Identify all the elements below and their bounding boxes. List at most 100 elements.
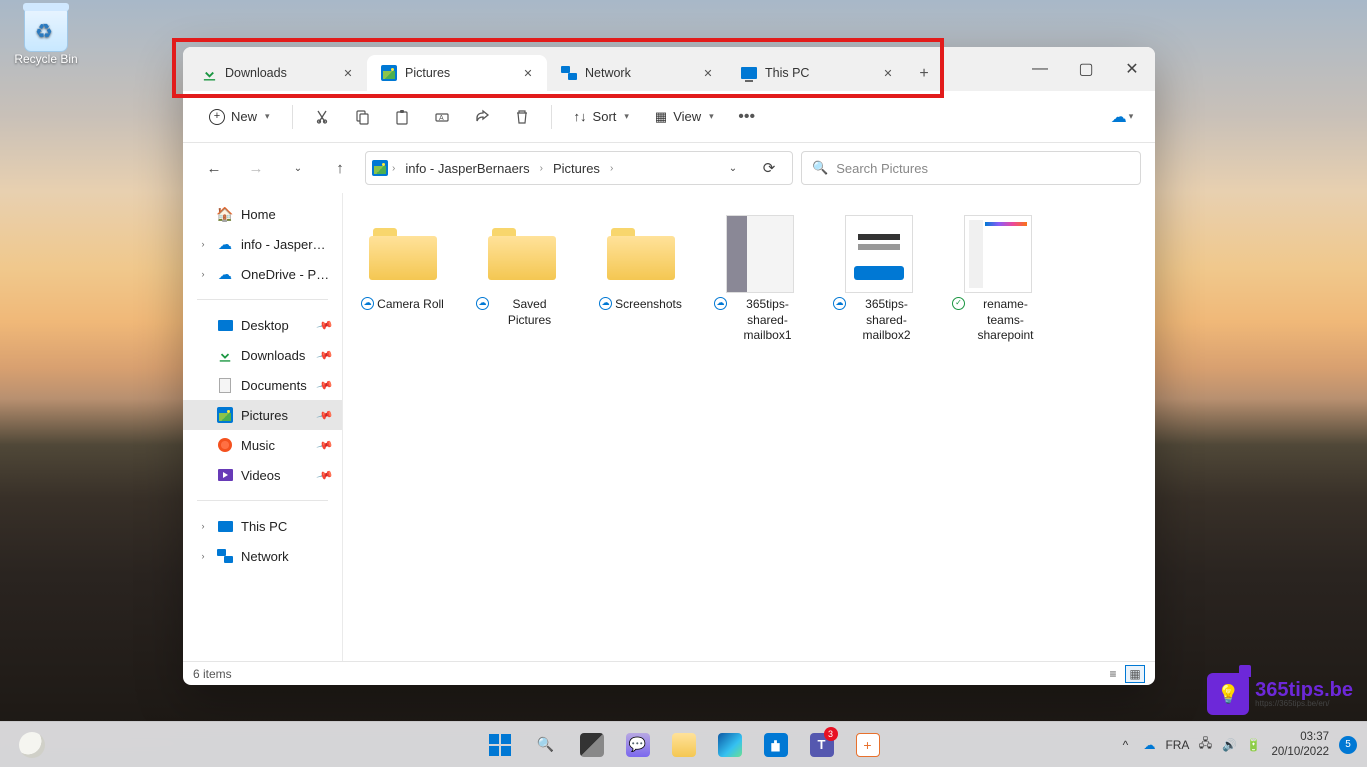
more-button[interactable]: ••• [730,100,764,134]
new-tab-button[interactable]: + [907,57,941,91]
refresh-button[interactable]: ⟳ [752,151,786,185]
cloud-status-icon: ☁ [714,297,727,310]
close-icon[interactable]: ✕ [877,62,899,84]
folder-item[interactable]: ☁Screenshots [593,209,688,350]
widgets-button[interactable] [12,725,52,765]
notification-center-button[interactable]: 5 [1339,736,1357,754]
recycle-bin-icon [24,8,68,52]
toolbar: + New ▾ A ↑↓ Sort ▾ ▦ View ▾ ••• ☁▾ [183,91,1155,143]
task-view-icon [580,733,604,757]
file-explorer-button[interactable] [664,725,704,765]
close-icon[interactable]: ✕ [517,62,539,84]
tab-label: Downloads [225,66,287,80]
edge-icon [718,733,742,757]
sort-button[interactable]: ↑↓ Sort ▾ [564,100,639,134]
forward-button[interactable]: → [239,151,273,185]
back-button[interactable]: ← [197,151,231,185]
chevron-right-icon: › [540,163,543,174]
chevron-right-icon[interactable]: › [197,269,209,279]
copy-button[interactable] [345,100,379,134]
sidebar-item-music[interactable]: Music📌 [183,430,342,460]
pc-icon [741,67,757,79]
cloud-status-icon: ☁ [599,297,612,310]
address-bar[interactable]: › info - JasperBernaers › Pictures › ⌄ ⟳ [365,151,793,185]
search-input[interactable]: 🔍 Search Pictures [801,151,1141,185]
pictures-icon [381,65,397,81]
chevron-right-icon: › [610,163,613,174]
sidebar-item-onedrive-personal[interactable]: ›☁ OneDrive - Persona [183,259,342,289]
close-window-button[interactable]: ✕ [1109,47,1155,91]
language-indicator[interactable]: FRA [1165,738,1189,752]
details-view-button[interactable]: ≡ [1103,665,1123,683]
close-icon[interactable]: ✕ [697,62,719,84]
volume-tray-icon[interactable]: 🔊 [1221,737,1237,753]
search-button[interactable]: 🔍 [526,725,566,765]
chevron-right-icon[interactable]: › [197,239,209,249]
pin-icon: 📌 [316,466,334,484]
plus-icon: + [209,109,225,125]
icons-view-button[interactable]: ▦ [1125,665,1145,683]
onedrive-status-icon[interactable]: ☁▾ [1105,100,1139,134]
breadcrumb[interactable]: info - JasperBernaers [399,157,535,180]
download-icon [217,347,233,363]
tab-downloads[interactable]: Downloads ✕ [187,55,367,91]
maximize-button[interactable]: ▢ [1063,47,1109,91]
folder-item[interactable]: ☁Camera Roll [355,209,450,350]
up-button[interactable]: ↑ [323,151,357,185]
share-button[interactable] [465,100,499,134]
pin-icon: 📌 [316,316,334,334]
close-icon[interactable]: ✕ [337,62,359,84]
address-dropdown-button[interactable]: ⌄ [716,151,750,185]
network-tray-icon[interactable]: 🖧 [1197,737,1213,753]
teams-button[interactable]: 3 [802,725,842,765]
rename-button[interactable]: A [425,100,459,134]
image-item[interactable]: ☁365tips-shared-mailbox2 [831,209,926,350]
view-button[interactable]: ▦ View ▾ [645,100,724,134]
pictures-icon [372,160,388,176]
network-icon [217,548,233,564]
task-view-button[interactable] [572,725,612,765]
sidebar-item-onedrive-work[interactable]: ›☁ info - JasperBernae [183,229,342,259]
watermark-icon [1207,673,1249,715]
sidebar-item-videos[interactable]: Videos📌 [183,460,342,490]
edge-button[interactable] [710,725,750,765]
image-item[interactable]: ✓rename-teams-sharepoint [950,209,1045,350]
store-button[interactable] [756,725,796,765]
battery-tray-icon[interactable]: 🔋 [1245,737,1261,753]
new-button[interactable]: + New ▾ [199,100,280,134]
recent-menu-button[interactable]: ⌄ [281,151,315,185]
tab-this-pc[interactable]: This PC ✕ [727,55,907,91]
image-thumbnail [726,215,794,293]
chat-button[interactable]: 💬 [618,725,658,765]
snipping-tool-button[interactable] [848,725,888,765]
clock[interactable]: 03:37 20/10/2022 [1271,730,1329,759]
tab-network[interactable]: Network ✕ [547,55,727,91]
tab-pictures[interactable]: Pictures ✕ [367,55,547,91]
start-button[interactable] [480,725,520,765]
tray-overflow-button[interactable]: ^ [1117,737,1133,753]
paste-button[interactable] [385,100,419,134]
folder-item[interactable]: ☁Saved Pictures [474,209,569,350]
svg-text:A: A [439,115,444,122]
pc-icon [218,521,233,532]
sidebar-item-pictures[interactable]: Pictures📌 [183,400,342,430]
sidebar-item-documents[interactable]: Documents📌 [183,370,342,400]
minimize-button[interactable]: — [1017,47,1063,91]
sidebar-item-downloads[interactable]: Downloads📌 [183,340,342,370]
chevron-right-icon[interactable]: › [197,551,209,561]
breadcrumb[interactable]: Pictures [547,157,606,180]
cut-button[interactable] [305,100,339,134]
image-item[interactable]: ☁365tips-shared-mailbox1 [712,209,807,350]
recycle-bin[interactable]: Recycle Bin [10,8,82,66]
pin-icon: 📌 [316,436,334,454]
sidebar-item-this-pc[interactable]: › This PC [183,511,342,541]
sidebar-item-network[interactable]: › Network [183,541,342,571]
file-list[interactable]: ☁Camera Roll ☁Saved Pictures ☁Screenshot… [343,193,1155,661]
delete-button[interactable] [505,100,539,134]
onedrive-tray-icon[interactable]: ☁ [1141,737,1157,753]
sidebar-item-home[interactable]: 🏠 Home [183,199,342,229]
pin-icon: 📌 [316,346,334,364]
sidebar-item-desktop[interactable]: Desktop📌 [183,310,342,340]
chevron-right-icon[interactable]: › [197,521,209,531]
tab-label: Network [585,66,631,80]
